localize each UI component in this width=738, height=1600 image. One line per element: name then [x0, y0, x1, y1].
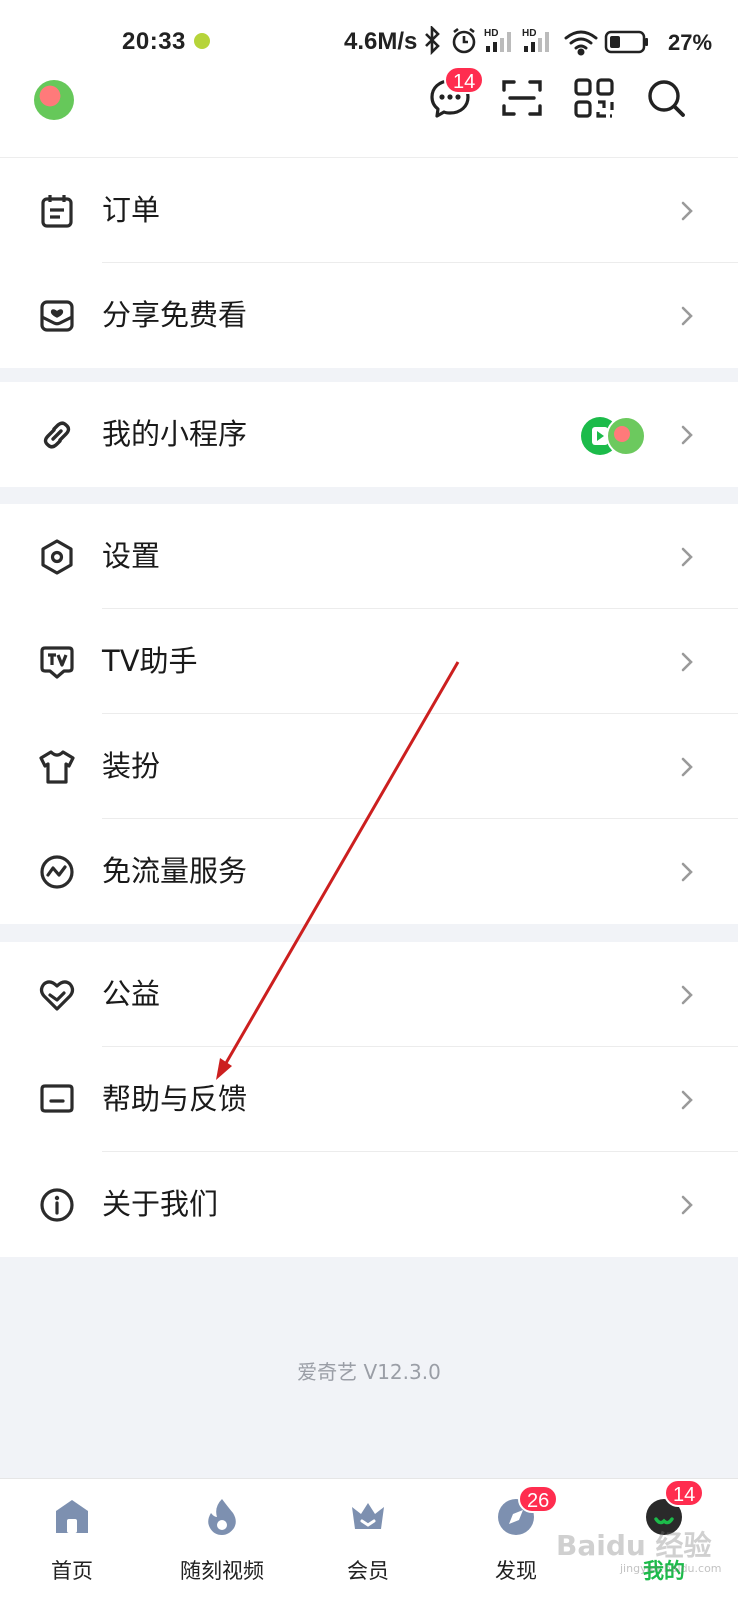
menu-label: 免流量服务: [102, 854, 248, 888]
chevron-right-icon: [681, 1195, 693, 1215]
battery-icon: [604, 30, 648, 54]
menu-label: 订单: [102, 193, 161, 227]
menu-label: 装扮: [102, 749, 161, 783]
info-icon: [40, 1188, 74, 1222]
status-time: 20:33: [122, 28, 186, 55]
menu-label: 帮助与反馈: [102, 1082, 248, 1116]
menu-label: 我的小程序: [102, 417, 248, 451]
tab-label: 首页: [51, 1559, 93, 1583]
tab-label: 随刻视频: [180, 1559, 264, 1583]
top-header: 14: [0, 66, 738, 158]
heart-icon: [39, 980, 75, 1011]
tab-home[interactable]: 首页: [12, 1479, 132, 1600]
status-icons: HD HD: [425, 26, 648, 56]
alarm-icon: [452, 27, 476, 54]
menu-group-account: 订单 分享免费看: [0, 158, 738, 368]
tab-label: 会员: [347, 1559, 389, 1583]
signal-hd-icon: HD: [522, 28, 549, 52]
menu-group-mini-programs: 我的小程序: [0, 382, 738, 487]
data-free-icon: [40, 855, 74, 889]
menu-group-about: 公益 帮助与反馈 关于我们: [0, 942, 738, 1257]
recent-mini-apps: [581, 416, 646, 456]
menu-item-charity[interactable]: 公益: [0, 942, 738, 1047]
chevron-right-icon: [681, 306, 693, 326]
menu-item-mini-programs[interactable]: 我的小程序: [0, 382, 738, 487]
feedback-icon: [40, 1084, 74, 1113]
chevron-right-icon: [681, 985, 693, 1005]
qr-code-icon[interactable]: [572, 76, 616, 120]
avatar[interactable]: [34, 80, 74, 120]
mine-badge: 14: [664, 1479, 705, 1507]
svg-text:HD: HD: [484, 28, 498, 39]
chevron-right-icon: [681, 425, 693, 445]
menu-item-about-us[interactable]: 关于我们: [0, 1152, 738, 1257]
order-icon: [41, 195, 73, 228]
menu-label: 关于我们: [102, 1187, 219, 1221]
tab-suike-video[interactable]: 随刻视频: [162, 1479, 282, 1600]
crown-icon: [352, 1503, 384, 1529]
bluetooth-icon: [425, 26, 440, 56]
menu-label: 公益: [102, 977, 161, 1011]
menu-item-tv-assistant[interactable]: TV助手: [0, 609, 738, 714]
watermark: Baidu 经验: [556, 1529, 712, 1562]
mini-app-avatar-icon: [606, 416, 646, 456]
scan-icon[interactable]: [500, 76, 544, 120]
chevron-right-icon: [681, 547, 693, 567]
home-icon: [56, 1500, 88, 1533]
menu-item-dress-up[interactable]: 装扮: [0, 714, 738, 819]
wifi-icon: [564, 30, 598, 56]
status-bar: 20:33 4.6M/s HD HD 27%: [0, 0, 738, 66]
app-version: 爱奇艺 V12.3.0: [297, 1360, 441, 1384]
chevron-right-icon: [681, 201, 693, 221]
message-badge: 14: [444, 66, 485, 94]
menu-item-data-free-service[interactable]: 免流量服务: [0, 819, 738, 924]
menu-label: 分享免费看: [102, 298, 248, 332]
battery-percent: 27%: [668, 30, 713, 55]
svg-text:HD: HD: [522, 28, 536, 39]
chevron-right-icon: [681, 652, 693, 672]
tab-vip[interactable]: 会员: [308, 1479, 428, 1600]
tv-icon: [40, 646, 74, 679]
chevron-right-icon: [681, 862, 693, 882]
network-speed: 4.6M/s: [344, 28, 418, 55]
menu-item-orders[interactable]: 订单: [0, 158, 738, 263]
chevron-right-icon: [681, 757, 693, 777]
shirt-icon: [39, 750, 75, 784]
flame-icon: [208, 1499, 236, 1535]
menu-group-settings: 设置 TV助手 装扮 免流量服务: [0, 504, 738, 924]
notification-dot-icon: [194, 33, 210, 49]
menu-label: TV助手: [102, 644, 198, 678]
menu-item-settings[interactable]: 设置: [0, 504, 738, 609]
settings-icon: [41, 539, 73, 575]
link-icon: [43, 421, 71, 449]
discover-badge: 26: [518, 1485, 559, 1513]
menu-item-share-free-watch[interactable]: 分享免费看: [0, 263, 738, 368]
signal-hd-icon: HD: [484, 28, 511, 52]
menu-item-help-feedback[interactable]: 帮助与反馈: [0, 1047, 738, 1152]
watermark-url: jingyan.baidu.com: [620, 1562, 722, 1575]
search-icon[interactable]: [644, 76, 688, 120]
chevron-right-icon: [681, 1090, 693, 1110]
menu-label: 设置: [102, 539, 161, 573]
share-gift-icon: [40, 300, 74, 332]
